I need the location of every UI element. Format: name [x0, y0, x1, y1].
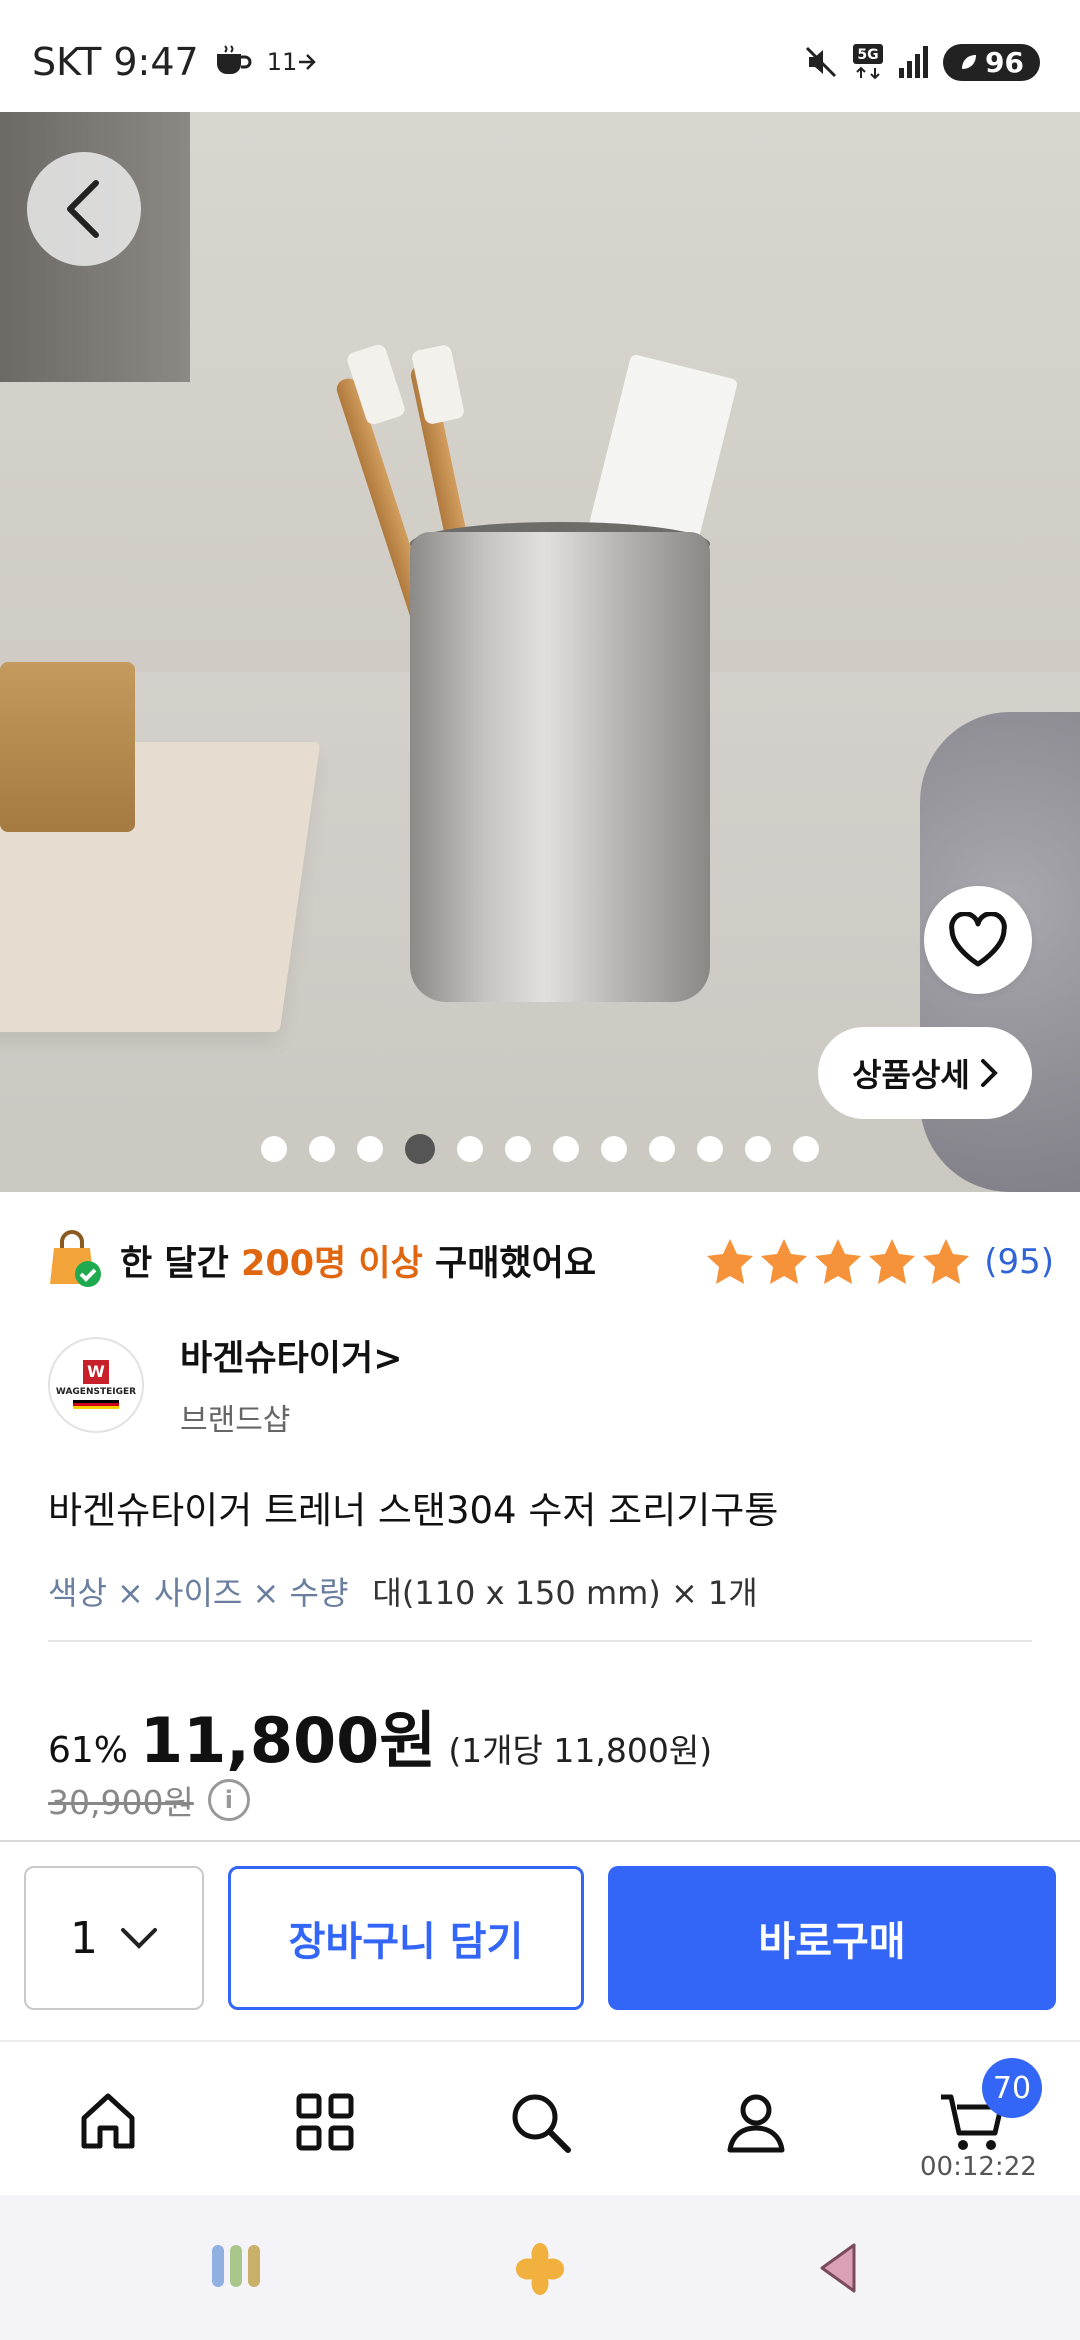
home-button[interactable] [512, 2241, 568, 2301]
chevron-left-icon [67, 180, 99, 238]
star-icon [815, 1239, 862, 1284]
quantity-select[interactable]: 1 [24, 1866, 204, 2010]
svg-text:5G: 5G [857, 47, 878, 63]
carousel-dot [697, 1136, 723, 1162]
home-icon [81, 2093, 135, 2149]
grid-icon [296, 2093, 354, 2151]
search-icon [512, 2094, 571, 2153]
nav-search[interactable] [500, 2082, 580, 2162]
battery-level: 96 [985, 45, 1024, 79]
info-icon[interactable]: i [207, 1779, 250, 1821]
brand-subtitle: 브랜드샵 [180, 1403, 291, 1438]
brand-shop-row[interactable]: W WAGENSTEIGER 바겐슈타이거> 브랜드샵 [48, 1330, 403, 1439]
mute-icon [805, 46, 837, 78]
nav-home[interactable] [68, 2082, 148, 2162]
star-icon [761, 1239, 808, 1284]
notification-indicator: 11 [267, 48, 320, 76]
heart-icon [949, 912, 1007, 967]
product-detail-label: 상품상세 [852, 1056, 970, 1094]
system-navigation-bar [0, 2195, 1080, 2340]
carousel-dot [553, 1136, 579, 1162]
back-button[interactable] [27, 152, 141, 266]
status-bar: SKT 9:47 11 5G 96 [0, 0, 1080, 112]
price-row: 61% 11,800원 (1개당 11,800원) [48, 1690, 712, 1780]
quantity-value: 1 [70, 1912, 98, 1964]
carousel-dot [457, 1136, 483, 1162]
forward-icon [299, 54, 317, 70]
coffee-icon [216, 45, 252, 74]
purchase-count-banner: 한 달간 200명 이상 구매했어요 [48, 1230, 596, 1290]
purchase-highlight: 200명 이상 [240, 1243, 423, 1284]
chevron-down-icon [121, 1928, 157, 1949]
original-price-row: 30,900원 i [48, 1776, 250, 1824]
carousel-dot [649, 1136, 675, 1162]
bottom-navigation [0, 2040, 1080, 2195]
purchase-action-bar: 1 장바구니 담기 바로구매 [0, 1840, 1080, 2040]
status-left: SKT 9:47 11 [32, 40, 319, 84]
german-flag-icon [73, 1400, 119, 1409]
carousel-dot [261, 1136, 287, 1162]
recent-apps-button[interactable] [210, 2241, 262, 2295]
sale-price: 11,800원 [140, 1704, 437, 1777]
carousel-dot-active [405, 1134, 435, 1164]
back-triangle-icon [820, 2243, 856, 2293]
option-value: 대(110 x 150 mm) × 1개 [372, 1574, 758, 1612]
user-icon [727, 2094, 785, 2153]
image-cup [410, 532, 710, 1002]
star-icon [923, 1239, 970, 1284]
carousel-dot [357, 1136, 383, 1162]
brand-chevron: > [373, 1339, 403, 1379]
status-right: 5G 96 [803, 42, 1040, 82]
cart-count-badge: 70 [982, 2058, 1042, 2118]
shopping-bag-check-icon [50, 1230, 101, 1287]
discount-rate: 61% [48, 1730, 129, 1771]
brand-logo-text: WAGENSTEIGER [55, 1387, 137, 1397]
back-system-button[interactable] [818, 2241, 858, 2299]
image-soap [0, 662, 135, 832]
chevron-right-icon [980, 1059, 998, 1087]
add-to-cart-button[interactable]: 장바구니 담기 [228, 1866, 584, 2010]
star-icon [707, 1239, 754, 1284]
buy-now-button[interactable]: 바로구매 [608, 1866, 1056, 2010]
carousel-dot [601, 1136, 627, 1162]
carousel-indicator [0, 1134, 1080, 1164]
brand-logo: W WAGENSTEIGER [48, 1336, 144, 1433]
brand-name-line: 바겐슈타이거> [180, 1330, 403, 1381]
option-label: 색상 × 사이즈 × 수량 [48, 1574, 349, 1612]
divider [48, 1640, 1032, 1642]
nav-categories[interactable] [285, 2082, 365, 2162]
notification-count: 11 [266, 48, 298, 76]
rating-summary[interactable]: (95) [704, 1236, 1054, 1288]
review-count: (95) [984, 1242, 1054, 1282]
carousel-dot [793, 1136, 819, 1162]
original-price: 30,900원 [48, 1783, 194, 1822]
leaf-icon [962, 55, 977, 69]
unit-price: (1개당 11,800원) [448, 1731, 713, 1770]
signal-icon [899, 46, 929, 78]
star-rating [704, 1236, 972, 1288]
recent-apps-icon [212, 2245, 260, 2287]
brand-info: 바겐슈타이거> 브랜드샵 [180, 1330, 403, 1439]
cart-timer: 00:12:22 [920, 2152, 1037, 2182]
purchase-prefix: 한 달간 [120, 1243, 229, 1284]
battery-indicator: 96 [943, 43, 1040, 81]
purchase-count-text: 한 달간 200명 이상 구매했어요 [120, 1235, 596, 1286]
wishlist-button[interactable] [924, 886, 1032, 994]
flower-home-icon [516, 2243, 564, 2295]
5g-icon: 5G [853, 44, 884, 80]
carousel-dot [505, 1136, 531, 1162]
brand-name: 바겐슈타이거 [180, 1339, 374, 1379]
star-icon [869, 1239, 916, 1284]
purchase-suffix: 구매했어요 [435, 1243, 597, 1284]
product-detail-button[interactable]: 상품상세 [818, 1027, 1032, 1119]
carousel-dot [309, 1136, 335, 1162]
product-title: 바겐슈타이거 트레너 스탠304 수저 조리기구통 [48, 1489, 779, 1532]
carousel-dot [745, 1136, 771, 1162]
brand-logo-mark: W [83, 1360, 109, 1384]
selected-options[interactable]: 색상 × 사이즈 × 수량 대(110 x 150 mm) × 1개 [48, 1568, 758, 1614]
nav-my-page[interactable] [716, 2082, 796, 2162]
carrier-time: SKT 9:47 [32, 40, 199, 84]
